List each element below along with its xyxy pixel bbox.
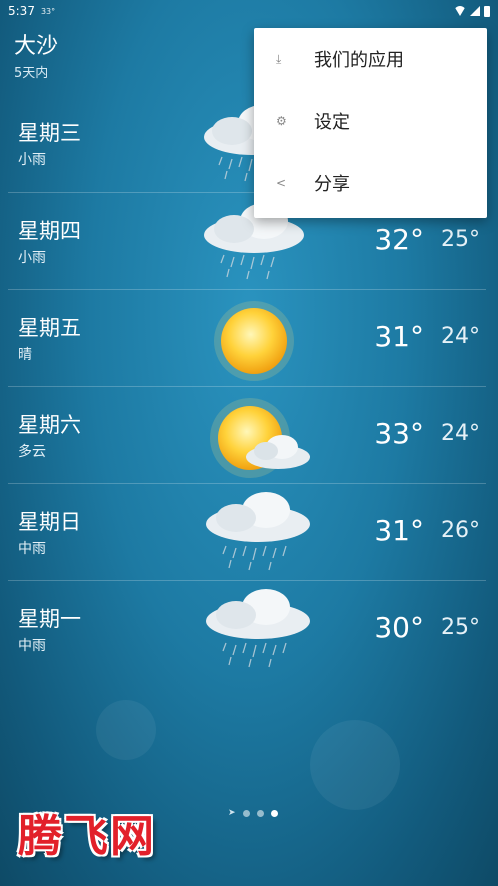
day-name: 星期三: [18, 121, 81, 145]
low-temp: 24°: [441, 324, 480, 349]
page-dot[interactable]: [257, 809, 264, 817]
high-temp: 30°: [374, 611, 424, 644]
low-temp: 25°: [441, 227, 480, 252]
day-condition: 晴: [18, 347, 32, 363]
high-temp: 33°: [374, 417, 424, 450]
forecast-row[interactable]: 星期日 中雨 31° 26°: [8, 483, 486, 581]
day-name: 星期五: [18, 316, 81, 340]
high-temp: 31°: [374, 514, 424, 547]
forecast-row[interactable]: 星期六 多云 33° 24°: [8, 386, 486, 484]
share-icon: <: [276, 176, 287, 190]
page-indicator: ➤: [228, 808, 278, 818]
location-arrow-icon: ➤: [228, 808, 236, 818]
watermark-logo: 腾飞网: [18, 811, 156, 862]
low-temp: 24°: [441, 421, 480, 446]
page-dot-active[interactable]: [271, 809, 278, 817]
menu-item-settings[interactable]: ⚙ 设定: [254, 90, 487, 152]
day-condition: 多云: [18, 444, 46, 460]
day-name: 星期六: [18, 413, 81, 437]
day-condition: 小雨: [18, 250, 46, 266]
day-name: 星期日: [18, 510, 81, 534]
overflow-menu: ⤓ 我们的应用 ⚙ 设定 < 分享: [254, 28, 487, 218]
forecast-row[interactable]: 星期五 晴 31° 24°: [8, 289, 486, 387]
status-time: 5:37: [8, 4, 35, 18]
bokeh-decor: [96, 700, 156, 760]
menu-item-share[interactable]: < 分享: [254, 152, 487, 214]
page-dot[interactable]: [243, 809, 250, 817]
sun-icon: [214, 301, 294, 381]
menu-item-label: 分享: [314, 174, 350, 195]
high-temp: 32°: [374, 223, 424, 256]
menu-item-label: 设定: [314, 112, 350, 133]
location-header[interactable]: 大沙 5天内: [14, 34, 58, 81]
low-temp: 26°: [441, 518, 480, 543]
bokeh-decor: [310, 720, 400, 810]
wifi-icon: [454, 6, 466, 16]
menu-item-label: 我们的应用: [314, 50, 404, 71]
rain-cloud-icon: [206, 589, 310, 668]
menu-item-our-apps[interactable]: ⤓ 我们的应用: [254, 28, 487, 90]
forecast-range: 5天内: [14, 66, 49, 81]
download-icon: ⤓: [276, 52, 282, 66]
battery-icon: [484, 5, 490, 17]
low-temp: 25°: [441, 615, 480, 640]
day-name: 星期一: [18, 607, 81, 631]
city-name: 大沙: [14, 34, 59, 59]
forecast-row[interactable]: 星期一 中雨 30° 25°: [8, 580, 486, 678]
rain-cloud-icon: [206, 492, 310, 571]
day-condition: 中雨: [18, 638, 46, 654]
day-name: 星期四: [18, 219, 81, 243]
gear-icon: ⚙: [276, 114, 287, 128]
signal-icon: [470, 6, 480, 16]
high-temp: 31°: [374, 320, 424, 353]
status-bar: 5:37 33°: [0, 0, 498, 22]
partly-cloudy-icon: [210, 398, 310, 478]
day-condition: 中雨: [18, 541, 46, 557]
day-condition: 小雨: [18, 152, 46, 168]
status-temp: 33°: [40, 6, 56, 16]
